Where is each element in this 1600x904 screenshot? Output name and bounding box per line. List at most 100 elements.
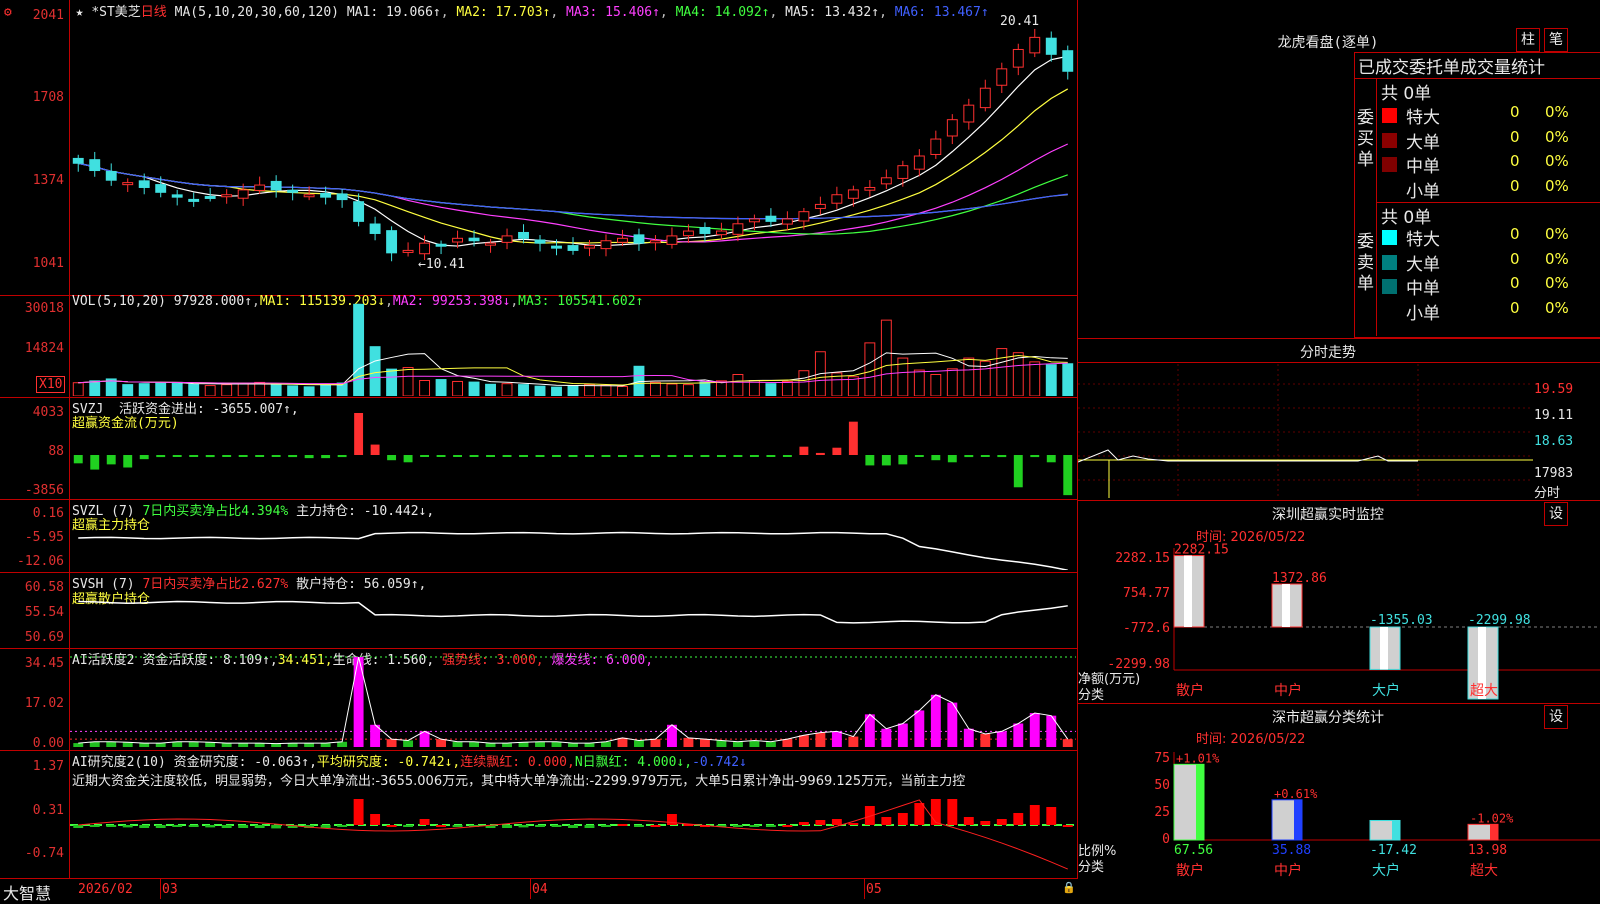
svzj-bar — [931, 455, 941, 461]
volume-bar — [732, 374, 744, 396]
svzj-bar — [222, 455, 232, 457]
candle-body — [814, 203, 826, 209]
szmon-bar-value: -1355.03 — [1370, 613, 1433, 628]
minute-unit: 分时 — [1534, 486, 1561, 501]
volume-bar — [419, 380, 431, 396]
candle-body — [897, 165, 909, 179]
candle-body — [287, 189, 299, 193]
szmon-bar-value: -2299.98 — [1468, 613, 1531, 628]
minute-top-line — [1078, 338, 1600, 339]
order-size-label: 大单 — [1406, 132, 1440, 153]
ai2-bar — [452, 825, 463, 827]
candle-body — [864, 186, 876, 191]
svzj-bar — [1013, 455, 1023, 488]
ai1-y-tick: 0.00 — [32, 736, 64, 751]
svzj-bar — [420, 455, 430, 457]
order-size-swatch — [1382, 230, 1397, 245]
szmon-category: 中户 — [1274, 682, 1302, 699]
candle-body — [650, 240, 661, 244]
ai1-y-tick: 34.45 — [24, 656, 64, 671]
ai2-y-tick: -0.74 — [24, 846, 64, 861]
ai1-bar — [502, 743, 512, 747]
svzj-bar — [123, 455, 133, 468]
szcls-y-tick: 50 — [1154, 778, 1170, 793]
svzj-bar — [370, 444, 380, 455]
x-tick — [864, 879, 865, 899]
ai2-bar — [765, 825, 776, 827]
svzj-bar — [749, 455, 759, 457]
volume-bar — [138, 383, 150, 396]
lock-icon[interactable]: 🔒 — [1062, 881, 1076, 894]
svzj-chart — [73, 413, 1073, 496]
candle-body — [617, 237, 628, 243]
ai2-bar — [221, 825, 232, 828]
ai2-bar — [238, 825, 249, 828]
ai2-bar — [518, 825, 529, 828]
ai2-bar — [205, 825, 216, 828]
candle-body — [979, 87, 991, 109]
ai1-bar — [122, 742, 133, 747]
ai2-bar — [798, 822, 809, 825]
szmon-category: 散户 — [1176, 682, 1204, 699]
tick-mode-button[interactable]: 笔 — [1544, 28, 1568, 52]
volume-bar — [584, 384, 595, 396]
minute-chart[interactable] — [1078, 364, 1533, 498]
candle-body — [336, 193, 348, 201]
ai2-bar — [815, 820, 826, 825]
candle-body — [963, 104, 975, 123]
candle-body — [551, 245, 562, 249]
ai1-bar — [947, 702, 958, 747]
ai2-bar — [502, 825, 512, 828]
svzj-bar — [271, 455, 281, 457]
svzj-bar — [848, 421, 858, 455]
bar-mode-button[interactable]: 柱 — [1516, 28, 1540, 52]
szmon-top-line — [1078, 500, 1600, 501]
volume-bar — [320, 383, 332, 396]
candlestick-chart[interactable] — [70, 18, 1076, 294]
szcls-settings-button[interactable]: 设 — [1544, 705, 1568, 729]
volume-bar — [551, 386, 562, 396]
candle-body — [633, 234, 645, 244]
kline-area[interactable]: ⚙ ★ *ST美芝日线 MA(5,10,20,30,60,120) MA1: 1… — [0, 0, 1078, 903]
order-count: 0 — [1510, 127, 1520, 146]
candle-body — [419, 242, 431, 255]
volume-bar — [963, 357, 975, 396]
szcls-y-tick: 25 — [1154, 805, 1170, 820]
svzj-bar — [90, 455, 100, 470]
candle-body — [386, 230, 398, 254]
ai2-bar — [155, 825, 166, 828]
volume-bar — [485, 383, 496, 396]
ai1-bar — [831, 731, 842, 747]
szcls-top-line — [1078, 703, 1600, 704]
ai2-bar — [650, 825, 661, 827]
szcls-y-tick: 0 — [1162, 832, 1170, 847]
volume-bar — [864, 342, 876, 396]
ai1-y-tick: 17.02 — [24, 696, 64, 711]
candle-body — [320, 192, 332, 198]
volume-bar — [518, 384, 529, 396]
szcls-cat-label: 分类 — [1078, 860, 1105, 875]
volume-bar — [946, 368, 958, 396]
x-tick — [530, 879, 531, 899]
ai1-bar — [73, 743, 84, 747]
ai1-bar — [815, 732, 826, 747]
ai1-bar — [683, 737, 694, 747]
candle-body — [138, 180, 150, 188]
order-percent: 0% — [1545, 225, 1569, 243]
volume-bar — [204, 385, 216, 396]
ai2-bar — [551, 825, 562, 827]
ai1-bar — [238, 743, 249, 747]
ai1-bar — [782, 739, 793, 747]
candle-body — [996, 68, 1008, 86]
ai1-bar — [930, 694, 941, 747]
order-count: 0 — [1510, 249, 1520, 268]
x-label: 04 — [532, 882, 548, 897]
szcls-category: 中户 — [1274, 862, 1302, 879]
order-size-swatch — [1382, 279, 1397, 294]
candle-body — [699, 226, 711, 234]
low-note-value: 10.41 — [425, 257, 465, 272]
szcls-category: 超大 — [1470, 863, 1498, 879]
volume-bar — [1029, 361, 1041, 396]
szmon-bar-chart: 2282.15 754.77 -772.6 -2299.98 2282.15 散户 1372… — [1107, 543, 1600, 700]
szmon-settings-button[interactable]: 设 — [1544, 502, 1568, 526]
